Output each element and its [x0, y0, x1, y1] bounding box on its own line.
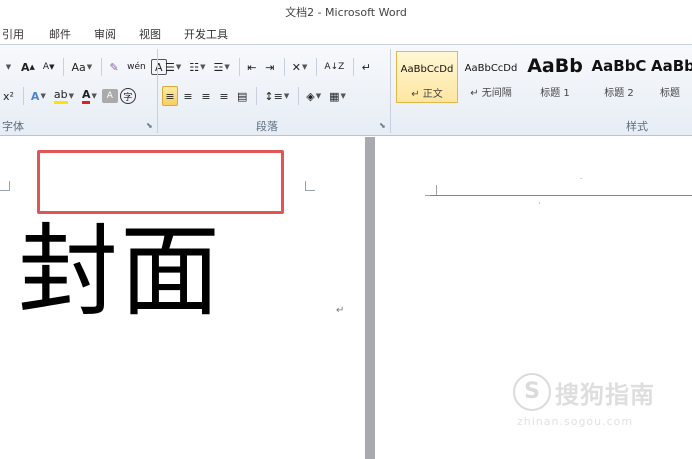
ribbon-tabs: 引用 邮件 审阅 视图 开发工具: [0, 22, 692, 44]
font-color-button[interactable]: A ▼: [79, 86, 100, 106]
group-divider: [157, 49, 158, 133]
grow-font-button[interactable]: A ▲: [18, 57, 38, 77]
superscript-button[interactable]: x²: [0, 86, 17, 106]
style-no-spacing[interactable]: AaBbCcDd ↵ 无间隔: [460, 51, 522, 103]
shrink-font-button[interactable]: A ▼: [40, 57, 58, 77]
paragraph-row-1: ☰ ▼ ☷ ▼ ☲ ▼ ⇤ ⇥ ✕ ▼ A↓Z ↵: [162, 56, 376, 78]
chinese-layout-icon[interactable]: ✕ ▼: [289, 57, 311, 77]
style-heading-1[interactable]: AaBb 标题 1: [524, 51, 586, 103]
tab-review[interactable]: 审阅: [94, 26, 116, 42]
style-title[interactable]: AaBb 标题: [648, 51, 692, 103]
separator: [316, 58, 318, 76]
tab-developer[interactable]: 开发工具: [184, 26, 228, 42]
margin-corner-mark: [0, 181, 10, 191]
separator: [101, 58, 103, 76]
change-case-button[interactable]: Aa ▼: [68, 57, 95, 77]
separator: [22, 87, 24, 105]
tab-mailings[interactable]: 邮件: [49, 26, 71, 42]
borders-icon[interactable]: ▦ ▼: [326, 86, 349, 106]
tab-references[interactable]: 引用: [2, 26, 24, 42]
bullets-icon[interactable]: ☰ ▼: [162, 57, 184, 77]
highlight-button[interactable]: ab ▼: [51, 86, 77, 106]
style-preview: AaBbCcDd: [400, 64, 454, 75]
separator: [298, 87, 300, 105]
header-rule-line: [430, 195, 692, 196]
phonetic-guide-button[interactable]: wén: [124, 57, 149, 77]
font-row-1: ▼ A ▲ A ▼ Aa ▼ ✎ wén A: [0, 56, 169, 78]
highlight-box: [37, 150, 284, 214]
sogou-logo-icon: S: [513, 373, 551, 411]
header-mark: ·: [580, 175, 583, 183]
tab-view[interactable]: 视图: [139, 26, 161, 42]
font-group-label: 字体: [2, 120, 24, 133]
margin-corner-mark: [305, 181, 315, 191]
page-cover[interactable]: 封面 ↵: [0, 147, 364, 459]
paragraph-dialog-launcher-icon[interactable]: ⬊: [379, 121, 386, 130]
clear-format-icon[interactable]: ✎: [106, 57, 122, 77]
style-preview: AaBbCcDd: [464, 63, 518, 74]
window-title: 文档2 - Microsoft Word: [285, 6, 407, 19]
styles-gallery: AaBbCcDd ↵ 正文 AaBbCcDd ↵ 无间隔 AaBb 标题 1 A…: [396, 51, 692, 103]
numbering-icon[interactable]: ☷ ▼: [186, 57, 208, 77]
increase-indent-icon[interactable]: ⇥: [262, 57, 278, 77]
style-normal[interactable]: AaBbCcDd ↵ 正文: [396, 51, 458, 103]
shading-icon[interactable]: ◈ ▼: [303, 86, 324, 106]
font-size-dropdown[interactable]: ▼: [0, 57, 16, 77]
cover-title-text[interactable]: 封面: [18, 217, 222, 327]
paragraph-row-2: ≡ ≡ ≡ ≡ ▤ ↕≡ ▼ ◈ ▼ ▦ ▼: [162, 85, 351, 107]
style-name: 标题 2: [604, 88, 634, 99]
text-effect-button[interactable]: A ▼: [28, 86, 49, 106]
justify-icon[interactable]: ≡: [216, 86, 232, 106]
style-name: 标题: [660, 88, 680, 99]
show-marks-button[interactable]: ↵: [358, 57, 374, 77]
align-left-icon[interactable]: ≡: [162, 86, 178, 106]
style-name: 标题 1: [540, 88, 570, 99]
line-spacing-icon[interactable]: ↕≡ ▼: [261, 86, 292, 106]
styles-group-label: 样式: [626, 120, 648, 133]
char-shading-button[interactable]: A: [101, 89, 118, 103]
font-row-2: x² A ▼ ab ▼ A ▼ A 字: [0, 85, 138, 107]
distributed-icon[interactable]: ▤: [234, 86, 250, 106]
cursor-mark: ·: [538, 199, 541, 208]
separator: [238, 58, 240, 76]
title-bar: 文档2 - Microsoft Word: [0, 0, 692, 22]
sogou-watermark: S 搜狗指南 zhinan.sogou.com: [513, 373, 673, 433]
sort-button[interactable]: A↓Z: [321, 57, 347, 77]
separator: [353, 58, 355, 76]
ribbon: ▼ A ▲ A ▼ Aa ▼ ✎ wén A x² A ▼ ab ▼ A ▼ A 字 字体 …: [0, 44, 692, 136]
style-preview: AaBbC: [591, 57, 647, 75]
group-divider: [390, 49, 391, 133]
align-right-icon[interactable]: ≡: [198, 86, 214, 106]
separator: [256, 87, 258, 105]
paragraph-group-label: 段落: [256, 120, 278, 133]
font-dialog-launcher-icon[interactable]: ⬊: [146, 121, 153, 130]
separator: [63, 58, 65, 76]
multilevel-list-icon[interactable]: ☲ ▼: [211, 57, 233, 77]
style-name: ↵ 正文: [411, 89, 443, 100]
decrease-indent-icon[interactable]: ⇤: [244, 57, 260, 77]
style-preview: AaBb: [527, 55, 583, 77]
page-gap: [365, 137, 375, 459]
watermark-text: 搜狗指南: [555, 381, 655, 409]
style-preview: AaBb: [651, 57, 692, 75]
align-center-icon[interactable]: ≡: [180, 86, 196, 106]
style-heading-2[interactable]: AaBbC 标题 2: [588, 51, 650, 103]
paragraph-mark: ↵: [336, 305, 345, 316]
style-name: ↵ 无间隔: [470, 88, 512, 99]
enclose-char-button[interactable]: 字: [119, 88, 136, 104]
separator: [283, 58, 285, 76]
watermark-url: zhinan.sogou.com: [517, 415, 634, 428]
